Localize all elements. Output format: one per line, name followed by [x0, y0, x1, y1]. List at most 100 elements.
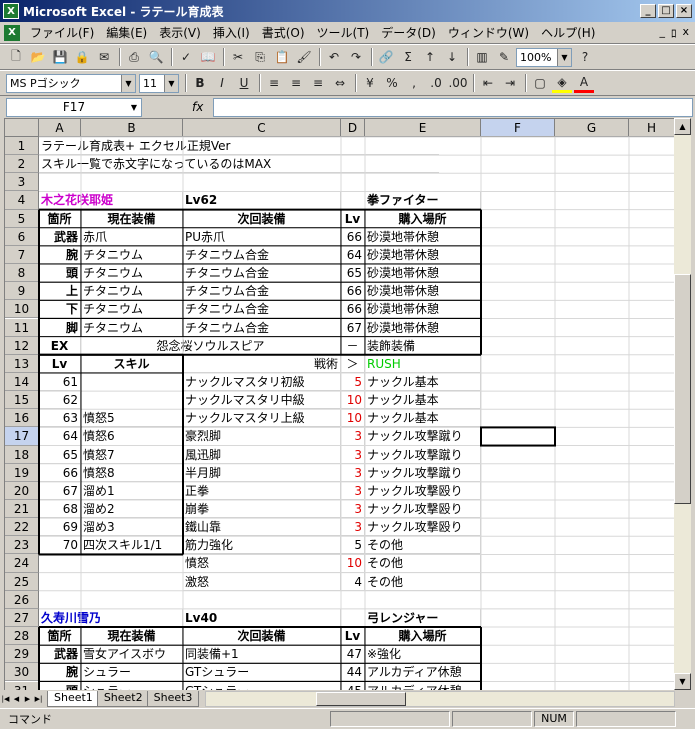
row-header-7[interactable]: 7	[5, 245, 39, 265]
cell-A17[interactable]: 64	[39, 427, 81, 446]
email-icon[interactable]: ✉	[94, 47, 114, 67]
cell-E6[interactable]: 砂漠地帯休憩	[365, 227, 481, 246]
cell-A31[interactable]: 頭	[39, 681, 81, 690]
cell-E23[interactable]: その他	[365, 536, 481, 555]
cell-E5[interactable]: 購入場所	[365, 209, 481, 228]
cell-D7[interactable]: 64	[341, 245, 365, 265]
cell-D21[interactable]: 3	[341, 500, 365, 519]
cell-B21[interactable]: 溜め2	[81, 500, 183, 519]
cell-A27[interactable]: 久寿川雪乃	[39, 608, 183, 628]
cell-B30[interactable]: シュラー	[81, 663, 183, 682]
cell-A5[interactable]: 箇所	[39, 209, 81, 228]
cell-A4[interactable]: 木之花咲耶姫	[39, 191, 183, 210]
cell-D10[interactable]: 66	[341, 300, 365, 319]
cell-E30[interactable]: アルカディア休憩	[365, 663, 481, 682]
cell-D20[interactable]: 3	[341, 481, 365, 500]
cell-E10[interactable]: 砂漠地帯休憩	[365, 300, 481, 319]
cell-D29[interactable]: 47	[341, 645, 365, 664]
excel-app-icon[interactable]: X	[3, 3, 19, 19]
cell-C28[interactable]: 次回装備	[183, 627, 341, 646]
row-header-26[interactable]: 26	[5, 590, 39, 609]
row-header-31[interactable]: 31	[5, 681, 39, 690]
column-header-D[interactable]: D	[341, 119, 365, 137]
cell-B7[interactable]: チタニウム	[81, 245, 183, 265]
row-header-21[interactable]: 21	[5, 500, 39, 519]
chart-wizard-icon[interactable]: ▥	[472, 47, 492, 67]
cell-C19[interactable]: 半月脚	[183, 463, 341, 482]
name-box[interactable]: F17 ▼	[6, 97, 142, 117]
redo-icon[interactable]: ↷	[346, 47, 366, 67]
row-header-9[interactable]: 9	[5, 282, 39, 301]
cell-C22[interactable]: 鐵山靠	[183, 518, 341, 537]
borders-icon[interactable]: ▢	[530, 73, 550, 93]
currency-icon[interactable]: ¥	[360, 73, 380, 93]
row-header-4[interactable]: 4	[5, 191, 39, 210]
cell-D11[interactable]: 67	[341, 318, 365, 337]
new-icon[interactable]: 🗋	[6, 47, 26, 67]
align-center-icon[interactable]: ≡	[286, 73, 306, 93]
cell-E31[interactable]: アルカディア休憩	[365, 681, 481, 690]
cell-A19[interactable]: 66	[39, 463, 81, 482]
cell-C30[interactable]: GTシュラー	[183, 663, 341, 682]
row-header-23[interactable]: 23	[5, 536, 39, 555]
cell-E27[interactable]: 弓レンジャー	[365, 608, 481, 628]
cell-A13[interactable]: Lv	[39, 354, 81, 373]
increase-indent-icon[interactable]: ⇥	[500, 73, 520, 93]
sort-ascending-icon[interactable]: ↑	[420, 47, 440, 67]
row-header-3[interactable]: 3	[5, 173, 39, 192]
row-header-12[interactable]: 12	[5, 336, 39, 355]
cell-E22[interactable]: ナックル攻撃殴り	[365, 518, 481, 537]
cell-A18[interactable]: 65	[39, 445, 81, 464]
row-header-14[interactable]: 14	[5, 372, 39, 392]
cell-E24[interactable]: その他	[365, 554, 481, 573]
cell-D14[interactable]: 5	[341, 372, 365, 392]
cell-E25[interactable]: その他	[365, 572, 481, 591]
sort-descending-icon[interactable]: ↓	[442, 47, 462, 67]
row-header-18[interactable]: 18	[5, 445, 39, 464]
first-sheet-icon[interactable]: |◀	[0, 692, 11, 706]
percent-button[interactable]: %	[382, 73, 402, 93]
cell-C21[interactable]: 崩拳	[183, 500, 341, 519]
row-header-24[interactable]: 24	[5, 554, 39, 573]
row-header-5[interactable]: 5	[5, 209, 39, 228]
cell-C10[interactable]: チタニウム合金	[183, 300, 341, 319]
sheet-tab-sheet3[interactable]: Sheet3	[146, 690, 200, 707]
workbook-close-button[interactable]: x	[682, 25, 689, 41]
row-header-1[interactable]: 1	[5, 137, 39, 156]
cell-B29[interactable]: 雪女アイスボウ	[81, 645, 183, 664]
row-header-16[interactable]: 16	[5, 409, 39, 428]
cell-C8[interactable]: チタニウム合金	[183, 264, 341, 283]
decrease-indent-icon[interactable]: ⇤	[478, 73, 498, 93]
cell-A14[interactable]: 61	[39, 372, 81, 392]
cell-B17[interactable]: 憤怒6	[81, 427, 183, 446]
menu-item-4[interactable]: 書式(O)	[256, 23, 311, 43]
cell-E15[interactable]: ナックル基本	[365, 391, 481, 410]
cell-B31[interactable]: シュラー	[81, 681, 183, 690]
cell-D12[interactable]: －	[341, 336, 365, 355]
cell-C7[interactable]: チタニウム合金	[183, 245, 341, 265]
cell-A8[interactable]: 頭	[39, 264, 81, 283]
menu-item-1[interactable]: 編集(E)	[100, 23, 153, 43]
cell-C31[interactable]: GTシュラー	[183, 681, 341, 690]
cell-D23[interactable]: 5	[341, 536, 365, 555]
select-all-corner[interactable]	[5, 119, 39, 137]
column-header-C[interactable]: C	[183, 119, 341, 137]
merge-center-icon[interactable]: ⇔	[330, 73, 350, 93]
cell-E19[interactable]: ナックル攻撃蹴り	[365, 463, 481, 482]
cell-B9[interactable]: チタニウム	[81, 282, 183, 301]
workbook-icon[interactable]: X	[4, 24, 20, 41]
maximize-button[interactable]: □	[658, 4, 674, 18]
cell-E9[interactable]: 砂漠地帯休憩	[365, 282, 481, 301]
comma-icon[interactable]: ,	[404, 73, 424, 93]
cell-E12[interactable]: 装飾装備	[365, 336, 481, 355]
menu-item-7[interactable]: ウィンドウ(W)	[442, 23, 535, 43]
cell-D28[interactable]: Lv	[341, 627, 365, 646]
workbook-restore-button[interactable]: ﾛ	[671, 25, 677, 41]
cell-C6[interactable]: PU赤爪	[183, 227, 341, 246]
cell-D31[interactable]: 45	[341, 681, 365, 690]
cell-C29[interactable]: 同装備+1	[183, 645, 341, 664]
cell-A11[interactable]: 脚	[39, 318, 81, 337]
cell-C20[interactable]: 正拳	[183, 481, 341, 500]
research-icon[interactable]: 📖	[198, 47, 218, 67]
cell-E28[interactable]: 購入場所	[365, 627, 481, 646]
